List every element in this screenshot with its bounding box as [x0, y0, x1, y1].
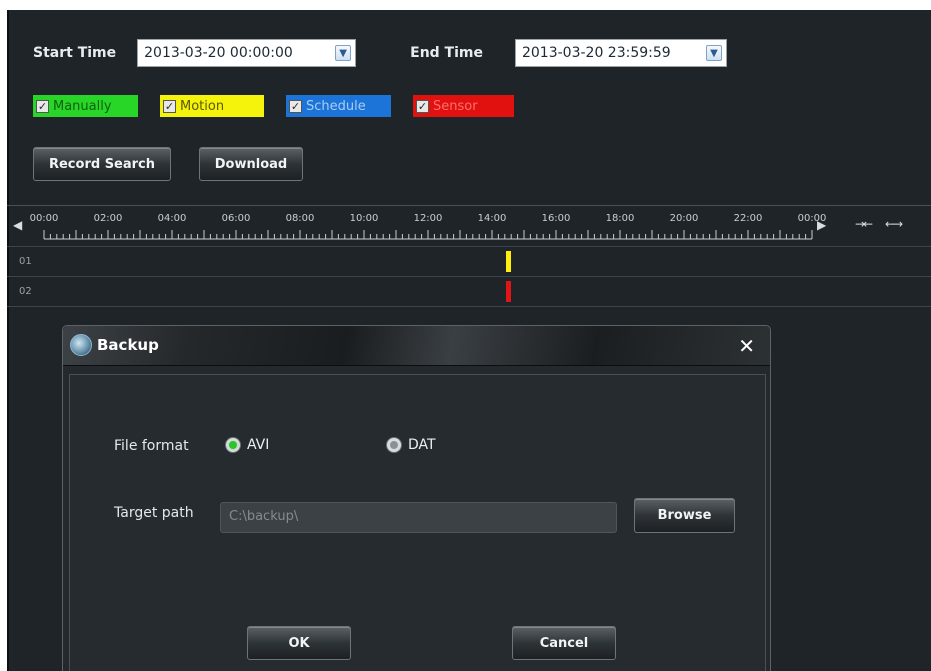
end-time-value: 2013-03-20 23:59:59	[521, 45, 671, 61]
download-button[interactable]: Download	[199, 147, 303, 181]
radio-unselected-icon	[386, 437, 402, 453]
schedule-label: Schedule	[306, 98, 366, 114]
timeline-tick-label: 14:00	[477, 213, 507, 224]
zoom-out-icon[interactable]: ←→	[885, 217, 903, 231]
timeline-tick-label: 22:00	[733, 213, 763, 224]
timeline-tick-label: 10:00	[349, 213, 379, 224]
motion-label: Motion	[180, 98, 225, 114]
manually-checkbox[interactable]: ✓ Manually	[33, 95, 138, 117]
timeline-tick-labels: 00:00 02:00 04:00 06:00 08:00 10:00 12:00 14:00…	[7, 213, 931, 227]
browse-button[interactable]: Browse	[634, 498, 735, 533]
target-path-input[interactable]: C:\backup\	[220, 502, 617, 533]
avi-radio[interactable]: AVI	[225, 437, 269, 453]
checkmark-icon: ✓	[163, 99, 176, 113]
timeline-tick-label: 16:00	[541, 213, 571, 224]
file-format-label: File format	[114, 438, 189, 454]
record-marker-motion[interactable]	[506, 251, 511, 272]
motion-checkbox[interactable]: ✓ Motion	[160, 95, 264, 117]
channel-label: 02	[19, 286, 32, 297]
channel-track-02[interactable]: 02	[7, 276, 931, 307]
time-range-row: Start Time 2013-03-20 00:00:00 ▼ End Tim…	[33, 38, 727, 68]
schedule-checkbox[interactable]: ✓ Schedule	[286, 95, 391, 117]
chevron-down-icon[interactable]: ▼	[705, 45, 722, 61]
timeline-ruler[interactable]: ◀ 00:00 02:00 04:00 06:00 08:00 10:00 12:00 14:…	[7, 206, 931, 244]
chevron-down-icon[interactable]: ▼	[335, 45, 352, 61]
dialog-body: File format AVI DAT Target path C:\backu…	[69, 374, 766, 671]
sensor-checkbox[interactable]: ✓ Sensor	[413, 95, 514, 117]
channel-track-01[interactable]: 01	[7, 246, 931, 276]
radio-selected-icon	[225, 437, 241, 453]
cancel-button[interactable]: Cancel	[512, 626, 616, 660]
manually-label: Manually	[53, 98, 112, 114]
timeline-tick-label: 08:00	[285, 213, 315, 224]
channel-label: 01	[19, 256, 32, 267]
sensor-label: Sensor	[433, 98, 478, 114]
record-marker-sensor[interactable]	[506, 281, 511, 302]
dat-radio[interactable]: DAT	[386, 437, 436, 453]
record-type-filters: ✓ Manually ✓ Motion ✓ Schedule ✓ Sensor	[33, 95, 536, 117]
zoom-in-icon[interactable]: →←	[855, 217, 873, 231]
record-search-button[interactable]: Record Search	[33, 147, 171, 181]
checkmark-icon: ✓	[36, 99, 49, 113]
timeline-scale	[43, 230, 813, 240]
close-icon[interactable]: ✕	[738, 334, 755, 358]
backup-playback-window: Start Time 2013-03-20 00:00:00 ▼ End Tim…	[7, 10, 931, 671]
timeline-tick-label: 00:00	[29, 213, 59, 224]
timeline-tick-label: 06:00	[221, 213, 251, 224]
checkmark-icon: ✓	[416, 99, 429, 113]
target-path-label: Target path	[114, 505, 194, 521]
start-time-picker[interactable]: 2013-03-20 00:00:00 ▼	[137, 39, 357, 67]
dat-label: DAT	[408, 437, 436, 453]
start-time-label: Start Time	[33, 45, 117, 61]
avi-label: AVI	[247, 437, 270, 453]
end-time-picker[interactable]: 2013-03-20 23:59:59 ▼	[514, 39, 727, 67]
timeline-tick-label: 12:00	[413, 213, 443, 224]
end-time-label: End Time	[410, 45, 483, 61]
timeline-tick-label: 18:00	[605, 213, 635, 224]
timeline-tick-label: 04:00	[157, 213, 187, 224]
backup-dialog: Backup ✕ File format AVI DAT Target path…	[62, 325, 771, 671]
timeline-tick-label: 20:00	[669, 213, 699, 224]
checkmark-icon: ✓	[289, 99, 302, 113]
timeline-tick-label: 02:00	[93, 213, 123, 224]
dialog-title: Backup	[97, 336, 159, 354]
dialog-title-bar[interactable]: Backup ✕	[63, 326, 770, 366]
scroll-right-icon[interactable]: ▶	[817, 218, 826, 232]
ok-button[interactable]: OK	[247, 626, 351, 660]
start-time-value: 2013-03-20 00:00:00	[144, 45, 293, 61]
backup-app-icon	[70, 334, 92, 356]
